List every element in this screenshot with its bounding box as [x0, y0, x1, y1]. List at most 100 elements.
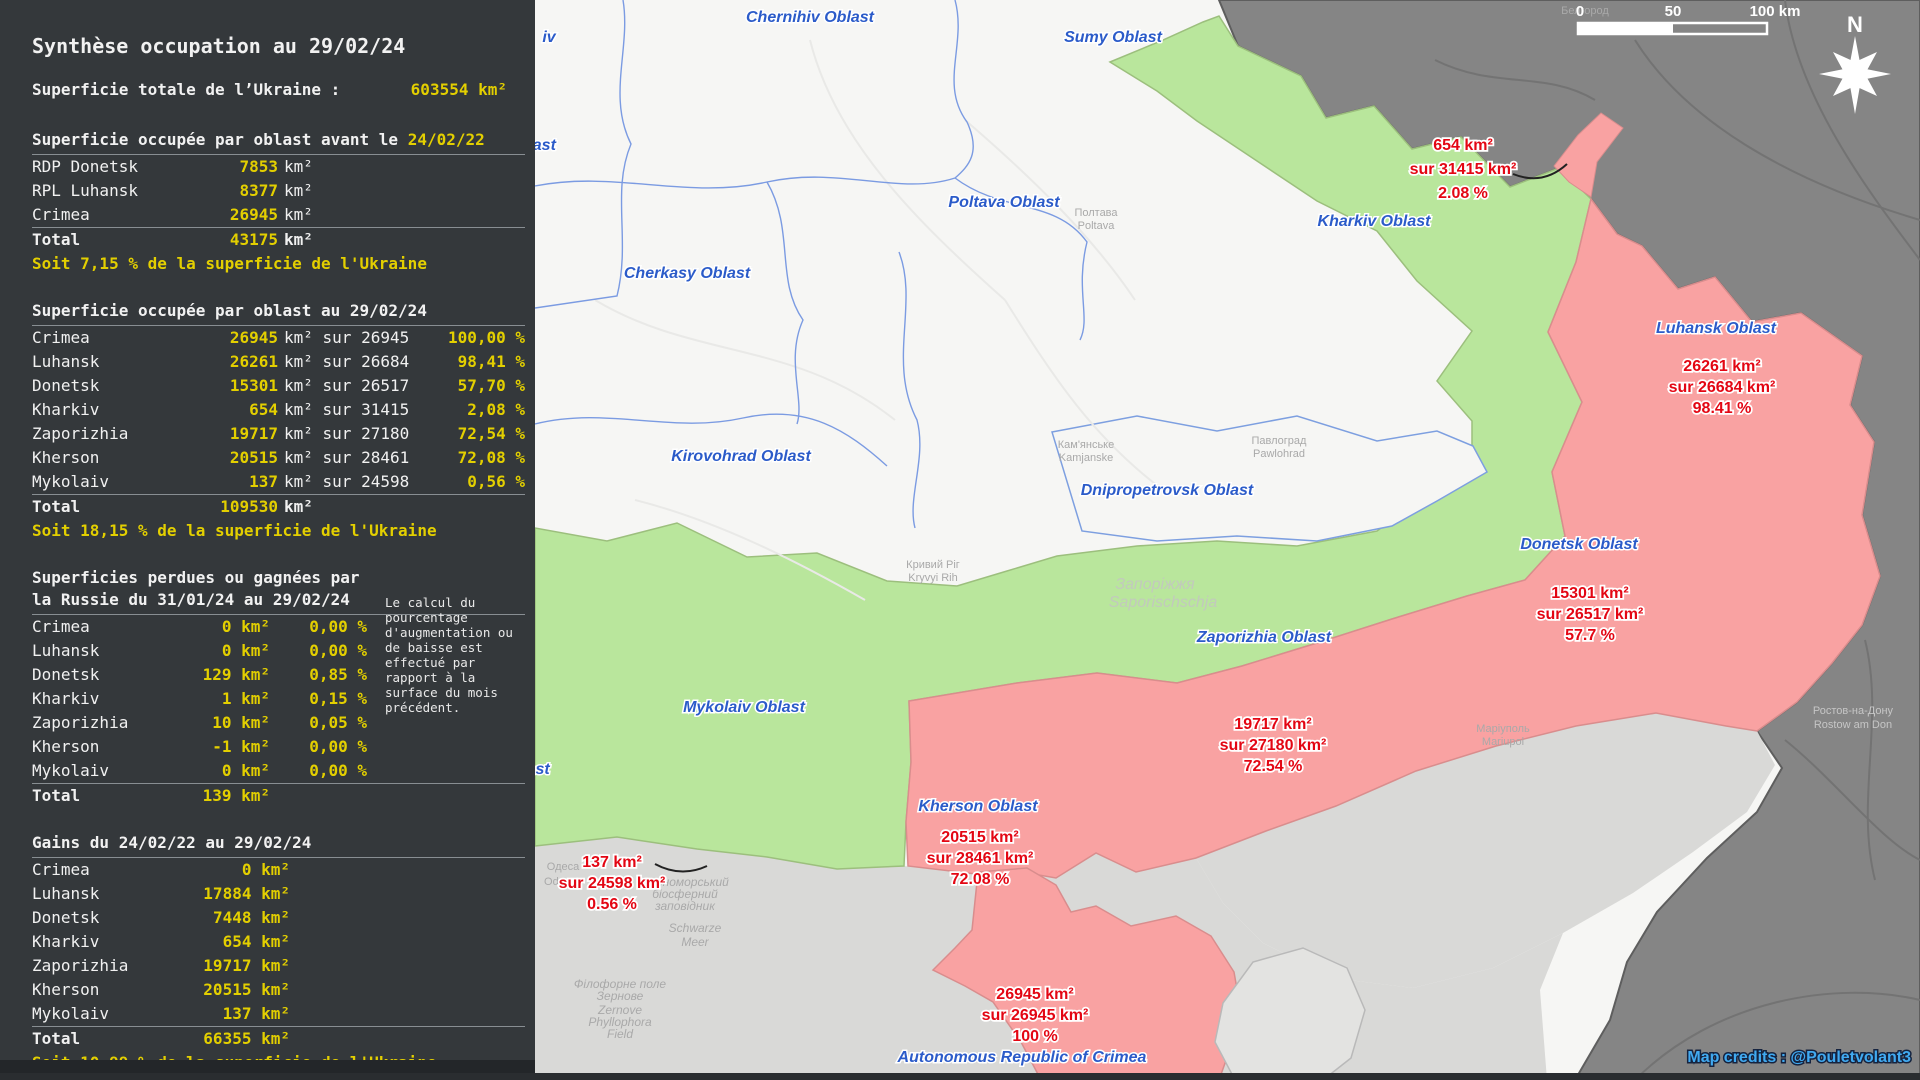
table-row: Mykolaiv 137 km² sur 24598 0,56 % — [32, 470, 525, 494]
table-row: Kherson 20515 km² — [32, 978, 525, 1002]
city-label: Kamjanske — [1059, 452, 1113, 464]
share-note: Soit 7,15 % de la superficie de l'Ukrain… — [32, 252, 525, 276]
table-row: Crimea 26945 km² sur 26945 100,00 % — [32, 326, 525, 350]
svg-text:sur 27180 km²: sur 27180 km² — [1220, 737, 1327, 754]
table-row: Donetsk 15301 km² sur 26517 57,70 % — [32, 374, 525, 398]
sea-label: Meer — [681, 935, 709, 949]
section-header: Gains du 24/02/22 au 29/02/24 — [32, 832, 525, 858]
section-header-line1: Superficies perdues ou gagnées par — [32, 567, 525, 589]
oblast-label-kharkiv: Kharkiv Oblast — [1318, 213, 1432, 230]
svg-text:sur 28461 km²: sur 28461 km² — [927, 850, 1034, 867]
map-credits: Map credits : @Pouletvolant3 — [1687, 1049, 1911, 1066]
city-label: Белгород — [1561, 5, 1609, 17]
table-row: Donetsk 7448 km² — [32, 906, 525, 930]
svg-text:0.56 %: 0.56 % — [587, 896, 637, 913]
sea-label: Зернове — [597, 989, 644, 1003]
svg-text:26261 km²: 26261 km² — [1683, 358, 1760, 375]
oblast-label-luhansk: Luhansk Oblast — [1656, 320, 1777, 337]
section-before-invasion: Superficie occupée par oblast avant le 2… — [32, 129, 525, 276]
svg-text:sur 26945 km²: sur 26945 km² — [982, 1007, 1089, 1024]
svg-text:19717 km²: 19717 km² — [1234, 716, 1311, 733]
section-header: Superficie occupée par oblast au 29/02/2… — [32, 300, 525, 326]
table-row: Zaporizhia 19717 km² — [32, 954, 525, 978]
oblast-label-cherkasy: Cherkasy Oblast — [624, 265, 751, 282]
page-title: Synthèse occupation au 29/02/24 — [32, 34, 525, 58]
svg-text:sur 26517 km²: sur 26517 km² — [1537, 606, 1644, 623]
city-label: Одеса — [547, 861, 580, 873]
table-row: Mykolaiv 137 km² — [32, 1002, 525, 1026]
city-label: Mariupol — [1482, 736, 1524, 748]
svg-text:98.41 %: 98.41 % — [1693, 400, 1752, 417]
city-label: Павлоград — [1252, 435, 1308, 447]
city-label: Кам'янське — [1058, 439, 1115, 451]
share-note: Soit 18,15 % de la superficie de l'Ukrai… — [32, 519, 525, 543]
total-row: Total 66355 km² — [32, 1026, 525, 1051]
oblast-label-dnipropetrovsk: Dnipropetrovsk Oblast — [1081, 482, 1254, 499]
svg-text:57.7 %: 57.7 % — [1565, 627, 1615, 644]
city-label: Rostow am Don — [1814, 719, 1892, 731]
section-gains: Gains du 24/02/22 au 29/02/24 Crimea 0 k… — [32, 832, 525, 1075]
scale-tick-50: 50 — [1665, 3, 1682, 20]
oblast-label-crimea: Autonomous Republic of Crimea — [897, 1049, 1147, 1066]
city-label: Запоріжжя — [1115, 576, 1195, 593]
table-row: Kherson 20515 km² sur 28461 72,08 % — [32, 446, 525, 470]
svg-text:26945 km²: 26945 km² — [996, 986, 1073, 1003]
table-row: Mykolaiv 0 km² 0,00 % — [32, 759, 525, 783]
table-row: Zaporizhia 19717 km² sur 27180 72,54 % — [32, 422, 525, 446]
svg-text:20515 km²: 20515 km² — [941, 829, 1018, 846]
svg-text:sur 31415 km²: sur 31415 km² — [1410, 161, 1517, 178]
total-row: Total 43175 km² — [32, 227, 525, 252]
svg-text:654 km²: 654 km² — [1433, 137, 1493, 154]
oblast-label-kherson: Kherson Oblast — [918, 798, 1038, 815]
svg-text:sur 26684 km²: sur 26684 km² — [1669, 379, 1776, 396]
table-row: Luhansk 17884 km² — [32, 882, 525, 906]
svg-text:sur 24598 km²: sur 24598 km² — [559, 875, 666, 892]
table-row: Kherson -1 km² 0,00 % — [32, 735, 525, 759]
total-row: Total 139 km² — [32, 783, 525, 808]
city-label: Ростов-на-Дону — [1813, 705, 1894, 717]
section-monthly-change: Superficies perdues ou gagnées par la Ru… — [32, 567, 525, 808]
sea-label: заповідник — [654, 899, 716, 913]
svg-text:72.54 %: 72.54 % — [1244, 758, 1303, 775]
section-current-occupation: Superficie occupée par oblast au 29/02/2… — [32, 300, 525, 543]
oblast-label-partial: Oblast — [535, 137, 557, 154]
scale-tick-0: 0 — [1576, 3, 1584, 20]
method-note: Le calcul du pourcentage d'augmentation … — [385, 595, 525, 715]
oblast-label-donetsk: Donetsk Oblast — [1520, 536, 1638, 553]
sea-label: Schwarze — [669, 921, 722, 935]
scale-tick-100: 100 km — [1750, 3, 1801, 20]
city-label: Полтава — [1074, 207, 1118, 219]
city-label: Poltava — [1078, 220, 1116, 232]
city-label: Saporischschja — [1109, 594, 1218, 611]
compass-north-label: N — [1847, 12, 1863, 37]
svg-text:100 %: 100 % — [1012, 1028, 1057, 1045]
ukraine-total-area: Superficie totale de l’Ukraine : 603554 … — [32, 80, 525, 99]
total-area-value: 603554 km² — [411, 80, 525, 99]
oblast-label-partial: iv — [542, 29, 556, 46]
table-row: Kharkiv 654 km² — [32, 930, 525, 954]
oblast-label-mykolaiv: Mykolaiv Oblast — [683, 699, 805, 716]
stats-panel: Synthèse occupation au 29/02/24 Superfic… — [0, 0, 535, 1080]
city-label: Pawlohrad — [1253, 448, 1305, 460]
bottom-strip — [0, 1073, 1920, 1080]
oblast-label-zaporizhia: Zaporizhia Oblast — [1196, 629, 1332, 646]
total-row: Total 109530 km² — [32, 494, 525, 519]
svg-text:137 km²: 137 km² — [582, 854, 642, 871]
table-row: RPL Luhansk 8377 km² — [32, 179, 525, 203]
table-row: RDP Donetsk 7853 km² — [32, 155, 525, 179]
oblast-label-kirovohrad: Kirovohrad Oblast — [671, 448, 811, 465]
city-label: Kryvyi Rih — [908, 572, 958, 584]
table-row: Crimea 26945 km² — [32, 203, 525, 227]
table-row: Kharkiv 654 km² sur 31415 2,08 % — [32, 398, 525, 422]
total-area-label: Superficie totale de l’Ukraine : — [32, 80, 340, 99]
table-row: Luhansk 26261 km² sur 26684 98,41 % — [32, 350, 525, 374]
section-header: Superficie occupée par oblast avant le 2… — [32, 129, 525, 155]
map-canvas[interactable]: Запоріжжя Saporischschja Полтава Poltava… — [535, 0, 1920, 1080]
svg-text:2.08 %: 2.08 % — [1438, 185, 1488, 202]
table-row: Crimea 0 km² — [32, 858, 525, 882]
sea-label: Field — [607, 1027, 633, 1041]
oblast-label-chernihiv: Chernihiv Oblast — [746, 9, 875, 26]
city-label: Маріуполь — [1476, 723, 1530, 735]
city-label: Кривий Ріг — [906, 559, 960, 571]
oblast-label-poltava: Poltava Oblast — [948, 194, 1060, 211]
